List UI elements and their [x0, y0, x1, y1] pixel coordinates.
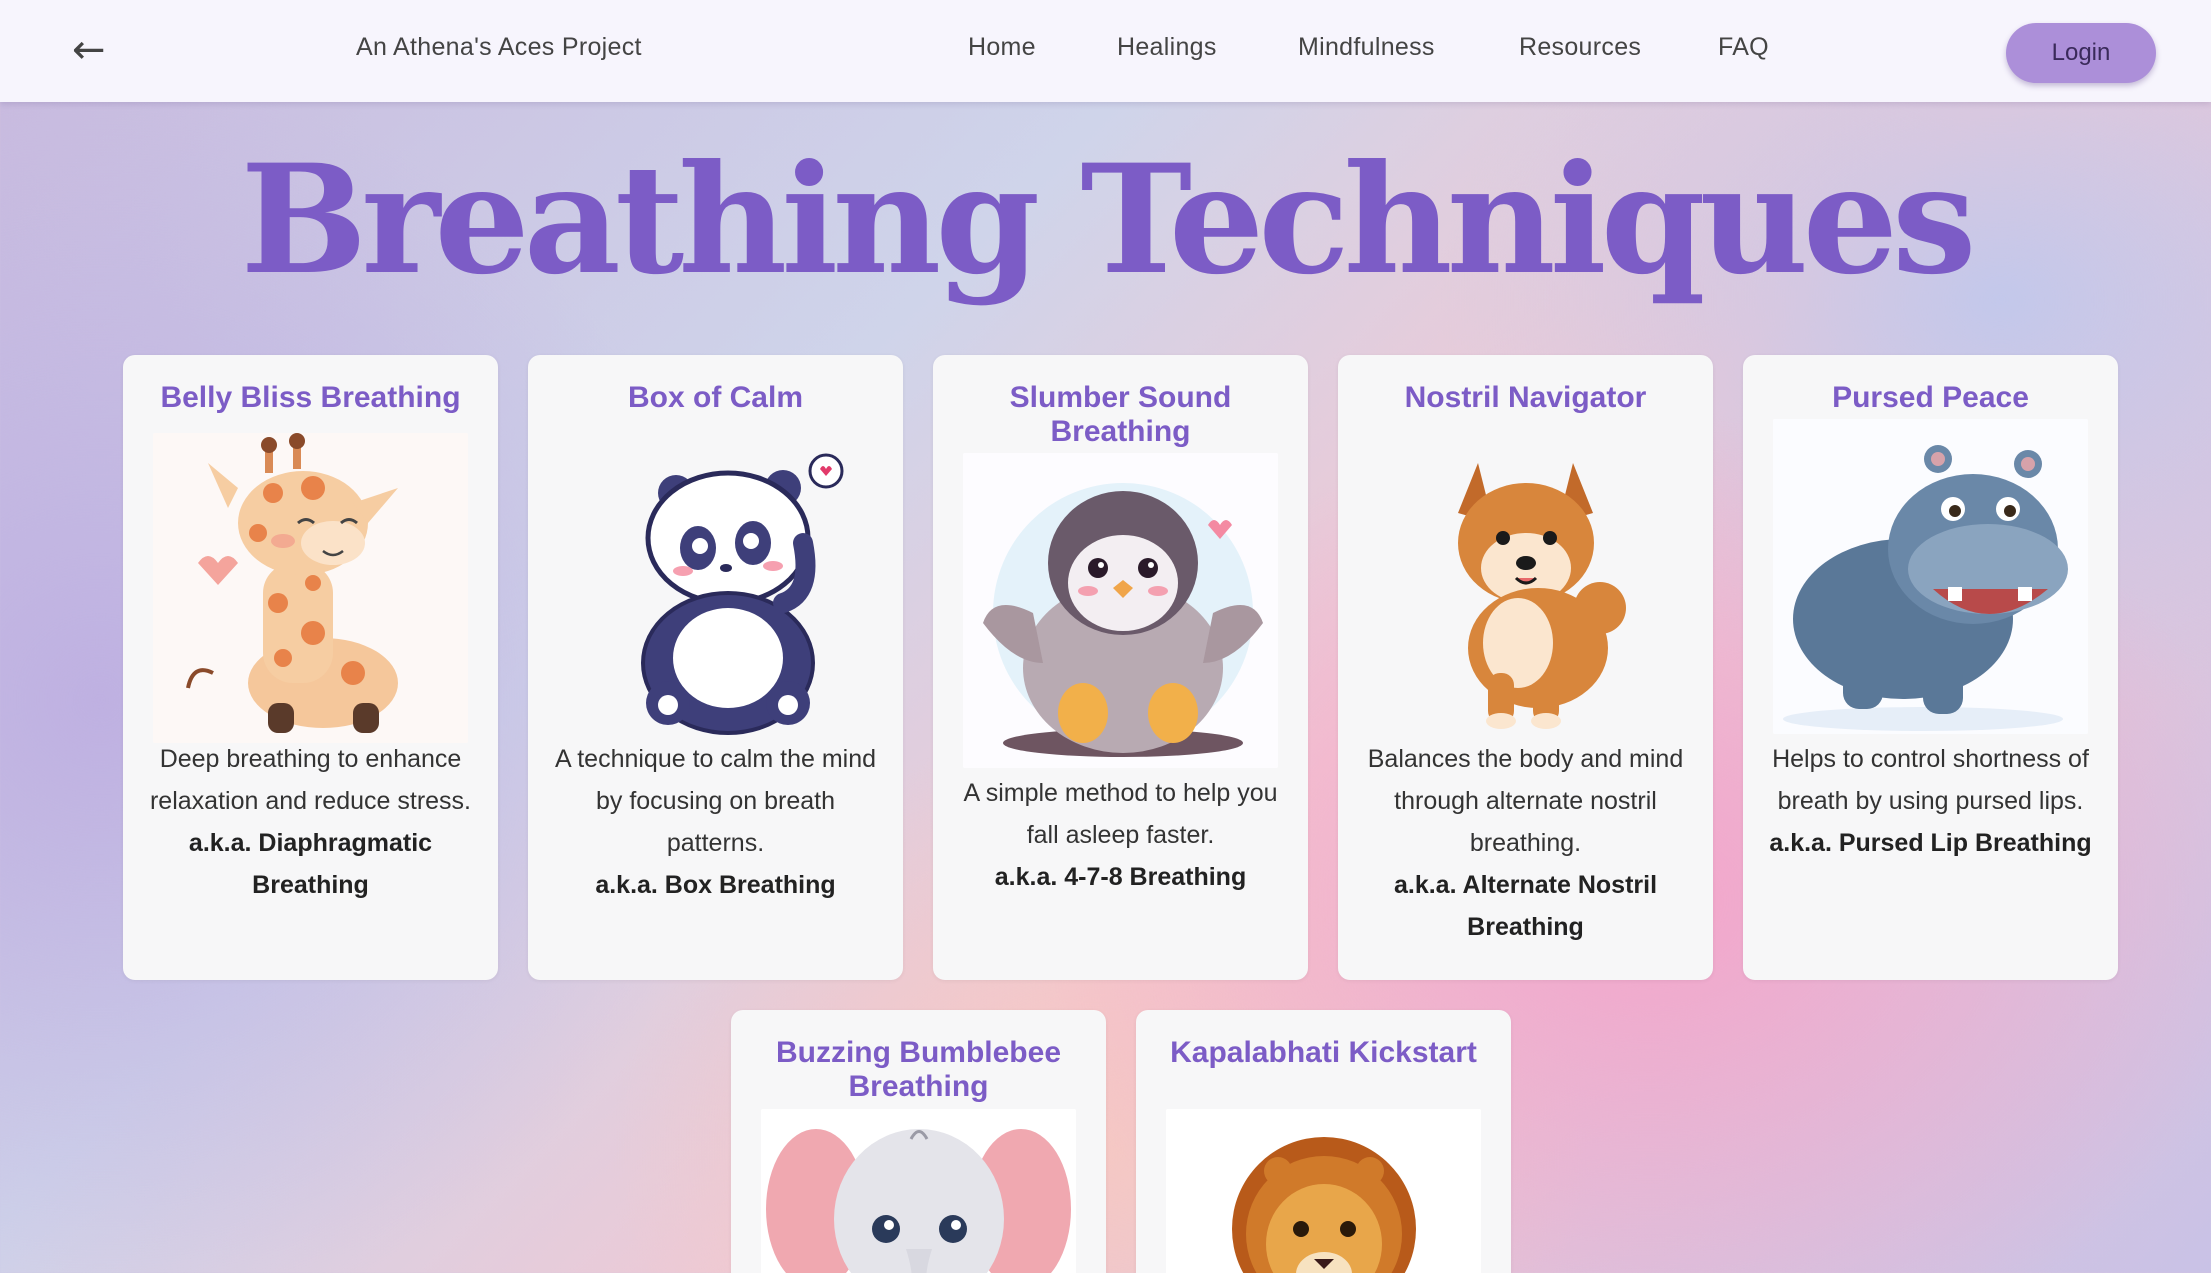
aka-text: a.k.a. Box Breathing — [595, 871, 836, 899]
description-text: Helps to control shortness of breath by … — [1772, 745, 2089, 815]
description-text: A technique to calm the mind by focusing… — [554, 745, 877, 857]
giraffe-illustration — [153, 433, 468, 743]
elephant-illustration — [761, 1109, 1076, 1273]
login-button[interactable]: Login — [2006, 23, 2156, 83]
nav-resources[interactable]: Resources — [1519, 33, 1641, 62]
card-title: Kapalabhati Kickstart — [1170, 1036, 1477, 1069]
description-text: Balances the body and mind through alter… — [1367, 745, 1684, 857]
panda-illustration — [558, 433, 873, 743]
card-title: Box of Calm — [627, 381, 804, 414]
card-title: Buzzing Bumblebee Breathing — [775, 1036, 1061, 1103]
nav-faq[interactable]: FAQ — [1718, 33, 1769, 62]
aka-text: a.k.a. Pursed Lip Breathing — [1769, 829, 2092, 857]
technique-card[interactable]: Pursed Peace Helps to control shortness … — [1743, 355, 2118, 980]
card-description: Helps to control shortness of breath by … — [1765, 738, 2096, 864]
technique-card[interactable]: Nostril Navigator Balances the body and … — [1338, 355, 1713, 980]
aka-text: a.k.a. Alternate Nostril Breathing — [1393, 871, 1658, 941]
card-description: Balances the body and mind through alter… — [1360, 738, 1691, 948]
hippo-illustration — [1773, 419, 2088, 734]
lion-illustration — [1166, 1109, 1481, 1273]
description-text: A simple method to help you fall asleep … — [963, 779, 1278, 849]
shiba-dog-illustration — [1368, 433, 1683, 743]
technique-card[interactable]: Box of Calm A technique to calm the mind… — [528, 355, 903, 980]
card-description: A simple method to help you fall asleep … — [955, 772, 1286, 898]
brand-link[interactable]: An Athena's Aces Project — [356, 33, 642, 62]
technique-card[interactable]: Slumber Sound Breathing A simple method … — [933, 355, 1308, 980]
card-title: Pursed Peace — [1832, 381, 2029, 414]
page-title: Breathing Techniques — [240, 132, 1976, 308]
aka-text: a.k.a. 4-7-8 Breathing — [994, 863, 1247, 891]
nav-home[interactable]: Home — [968, 33, 1036, 62]
top-navbar: ← An Athena's Aces Project Home Healings… — [0, 0, 2211, 102]
card-title: Nostril Navigator — [1404, 381, 1647, 414]
card-title: Slumber Sound Breathing — [1009, 381, 1232, 448]
card-description: A technique to calm the mind by focusing… — [550, 738, 881, 906]
back-arrow-icon[interactable]: ← — [72, 28, 106, 72]
description-text: Deep breathing to enhance relaxation and… — [149, 745, 471, 815]
card-description: Deep breathing to enhance relaxation and… — [145, 738, 476, 906]
technique-card[interactable]: Belly Bliss Breathing Deep breathing to … — [123, 355, 498, 980]
nav-healings[interactable]: Healings — [1117, 33, 1217, 62]
penguin-illustration — [963, 453, 1278, 768]
nav-mindfulness[interactable]: Mindfulness — [1298, 33, 1435, 62]
card-title: Belly Bliss Breathing — [160, 381, 461, 414]
technique-card[interactable]: Kapalabhati Kickstart — [1136, 1010, 1511, 1273]
aka-text: a.k.a. Diaphragmatic Breathing — [188, 829, 433, 899]
technique-card[interactable]: Buzzing Bumblebee Breathing — [731, 1010, 1106, 1273]
